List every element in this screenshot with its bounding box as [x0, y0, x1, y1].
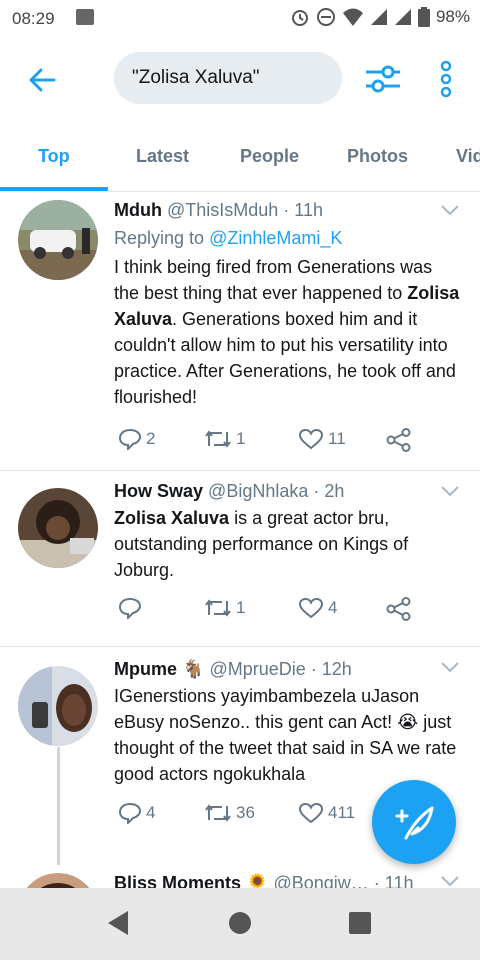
share-icon — [386, 428, 411, 452]
retweet-icon — [205, 599, 231, 617]
avatar[interactable] — [18, 873, 98, 888]
nav-back-icon[interactable] — [106, 910, 130, 936]
tab-videos[interactable]: Vid — [456, 146, 480, 167]
tweet-actions: 2 1 11 — [114, 428, 414, 458]
nav-home-icon[interactable] — [229, 912, 251, 934]
retweet-count: 1 — [236, 598, 246, 617]
reply-count: 2 — [146, 429, 156, 448]
reply-icon — [118, 428, 142, 450]
do-not-disturb-icon — [316, 8, 335, 26]
battery-percent: 98% — [435, 7, 470, 26]
tweet-text-highlight: Zolisa Xaluva — [114, 508, 230, 528]
retweet-icon — [205, 804, 231, 822]
tweet-item[interactable]: Mduh @ThisIsMduh · 11h Replying to @Zinh… — [0, 192, 480, 471]
share-button[interactable] — [386, 597, 412, 621]
wifi-icon — [342, 8, 363, 26]
retweet-count: 36 — [236, 803, 255, 822]
thread-connector — [57, 747, 60, 865]
share-button[interactable] — [386, 428, 412, 452]
reply-button[interactable] — [118, 597, 146, 619]
avatar[interactable] — [18, 488, 98, 568]
active-tab-indicator — [0, 187, 108, 191]
replying-to: Replying to @ZinhleMami_K — [114, 226, 460, 250]
system-navigation-bar — [0, 888, 480, 960]
share-icon — [386, 597, 411, 621]
reply-count: 4 — [146, 803, 156, 822]
heart-icon — [298, 428, 324, 450]
tweet-item[interactable]: How Sway @BigNhlaka · 2h Zolisa Xaluva i… — [0, 471, 480, 647]
tweet-text: Zolisa Xaluva is a great actor bru, outs… — [114, 505, 460, 583]
tweet-handle: @Bongiw… · 11h — [273, 873, 414, 888]
tweet-content: Bliss Moments 🌻 @Bongiw… · 11h — [114, 871, 460, 888]
tweet-handle: @BigNhlaka · 2h — [208, 481, 345, 501]
status-icons: 98% — [290, 7, 470, 27]
replying-to-handle[interactable]: @ZinhleMami_K — [209, 228, 342, 248]
tweet-content: Mpume 🐐 @MprueDie · 12h IGenerstions yay… — [114, 657, 460, 787]
tab-people[interactable]: People — [240, 146, 299, 167]
tweet-content: How Sway @BigNhlaka · 2h Zolisa Xaluva i… — [114, 479, 460, 583]
tweet-author-name[interactable]: Bliss Moments 🌻 — [114, 873, 268, 888]
tweet-author-name[interactable]: How Sway — [114, 481, 203, 501]
tweet-text: IGenerstions yayimbambezela uJason eBusy… — [114, 686, 457, 784]
search-input[interactable]: "Zolisa Xaluva" — [114, 52, 342, 104]
status-time: 08:29 — [12, 9, 55, 28]
replying-to-label: Replying to — [114, 228, 210, 248]
compose-tweet-button[interactable] — [372, 780, 456, 864]
avatar[interactable] — [18, 666, 98, 746]
tweet-text: I think being fired from Generations was… — [114, 254, 460, 410]
signal-icon — [370, 9, 387, 25]
status-bar: 08:29 98% — [0, 0, 480, 36]
tweet-handle: @ThisIsMduh · 11h — [167, 200, 323, 220]
gallery-notification-icon — [76, 9, 94, 25]
tab-top[interactable]: Top — [38, 146, 70, 167]
search-tabs: Top Latest People Photos Vid — [0, 122, 480, 192]
like-button[interactable]: 11 — [298, 428, 346, 450]
retweet-icon — [205, 430, 231, 448]
reply-icon — [118, 597, 142, 619]
like-button[interactable]: 411 — [298, 802, 355, 824]
retweet-button[interactable]: 1 — [204, 428, 245, 450]
heart-icon — [298, 597, 324, 619]
nav-recents-icon[interactable] — [349, 912, 371, 934]
like-count: 4 — [328, 598, 338, 617]
retweet-button[interactable]: 36 — [204, 802, 255, 824]
signal-2-icon — [394, 9, 411, 25]
tweet-content: Mduh @ThisIsMduh · 11h Replying to @Zinh… — [114, 198, 460, 410]
retweet-button[interactable]: 1 — [204, 597, 245, 619]
tab-photos[interactable]: Photos — [347, 146, 408, 167]
reply-icon — [118, 802, 142, 824]
retweet-count: 1 — [236, 429, 246, 448]
like-button[interactable]: 4 — [298, 597, 337, 619]
more-options-icon[interactable] — [436, 60, 456, 98]
heart-icon — [298, 802, 324, 824]
reply-button[interactable]: 4 — [118, 802, 155, 824]
battery-icon — [417, 7, 430, 27]
tweet-actions: 4 36 411 — [114, 802, 414, 832]
like-count: 11 — [328, 429, 346, 448]
tweet-text-part: I think being fired from Generations was… — [114, 257, 433, 303]
alarm-icon — [291, 10, 308, 26]
tweet-author-name[interactable]: Mduh — [114, 200, 162, 220]
filter-settings-icon[interactable] — [364, 60, 402, 98]
back-arrow-icon[interactable] — [24, 62, 60, 98]
like-count: 411 — [328, 803, 356, 822]
tab-latest[interactable]: Latest — [136, 146, 189, 167]
reply-button[interactable]: 2 — [118, 428, 155, 450]
search-header: "Zolisa Xaluva" — [0, 36, 480, 122]
tweet-item[interactable]: Bliss Moments 🌻 @Bongiw… · 11h — [0, 865, 480, 888]
tweet-author-name[interactable]: Mpume 🐐 — [114, 659, 204, 679]
tweet-actions: 1 4 — [114, 597, 414, 627]
tweet-handle: @MprueDie · 12h — [209, 659, 352, 679]
avatar[interactable] — [18, 200, 98, 280]
compose-feather-icon — [395, 806, 434, 840]
